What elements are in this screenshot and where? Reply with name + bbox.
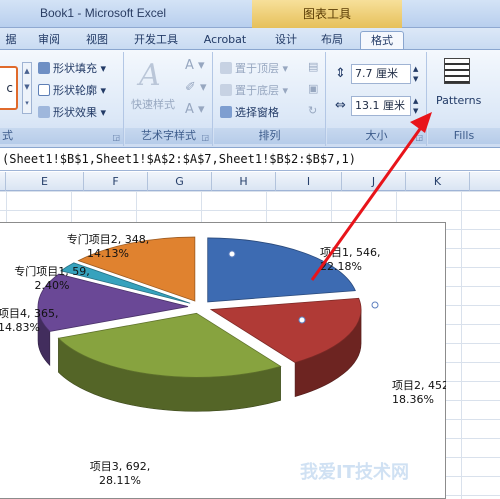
- pie-data-label-2[interactable]: 项目2, 452,18.36%: [392, 379, 452, 406]
- wordart-a-icon: A: [139, 58, 161, 93]
- send-back-label: 置于底层: [235, 84, 279, 97]
- group-fills: Patterns Fills: [428, 52, 500, 146]
- pen-icon: [38, 84, 50, 96]
- bring-to-front-button[interactable]: 置于顶层 ▾: [220, 60, 288, 76]
- group-wordart-styles: A 快速样式 A ▾ ✐ ▾ A ▾ 艺术字样式 ◲: [125, 52, 213, 146]
- window-title: Book1 - Microsoft Excel: [40, 6, 167, 20]
- dialog-launcher-icon[interactable]: ◲: [415, 133, 423, 142]
- tab-developer[interactable]: 开发工具: [127, 31, 185, 49]
- text-outline-icon[interactable]: ✐ ▾: [185, 80, 207, 95]
- tab-layout[interactable]: 布局: [314, 31, 350, 49]
- formula-bar[interactable]: (Sheet1!$B$1,Sheet1!$A$2:$A$7,Sheet1!$B$…: [0, 149, 500, 171]
- effects-icon: [38, 106, 50, 118]
- group-label-size: 大小: [327, 128, 426, 144]
- dialog-launcher-icon[interactable]: ◲: [112, 133, 120, 142]
- context-tab-group-chart-tools: 图表工具: [252, 0, 402, 28]
- column-header-k[interactable]: K: [406, 172, 470, 191]
- shape-effects-label: 形状效果: [53, 106, 97, 119]
- group-shape-styles: c ▲ ▼ ▾ 形状填充 ▾ 形状轮廓 ▾ 形状效果 ▾ 式 ◲: [0, 52, 124, 146]
- ribbon-tabs: 据 审阅 视图 开发工具 Acrobat 设计 布局 格式: [0, 28, 500, 50]
- pie-data-label-3[interactable]: 项目3, 692, 28.11%: [90, 460, 150, 487]
- column-header-f[interactable]: F: [84, 172, 148, 191]
- group-arrange: 置于顶层 ▾ 置于底层 ▾ 选择窗格 ▤ ▣ ↻ 排列: [214, 52, 326, 146]
- quick-styles-button[interactable]: 快速样式: [131, 96, 175, 112]
- bring-front-icon: [220, 62, 232, 74]
- tab-format[interactable]: 格式: [360, 31, 404, 49]
- shape-style-gallery-scroll[interactable]: ▲ ▼ ▾: [22, 62, 32, 114]
- width-icon: ⇔: [335, 98, 346, 113]
- height-spinner[interactable]: ▲ ▼: [413, 64, 418, 84]
- selection-pane-icon: [220, 106, 232, 118]
- title-bar: Book1 - Microsoft Excel 图表工具: [0, 0, 500, 28]
- tab-review[interactable]: 审阅: [32, 31, 66, 49]
- slice-selection-handle[interactable]: [228, 250, 236, 258]
- chart-resize-handle-top[interactable]: ····: [200, 215, 211, 225]
- patterns-button[interactable]: Patterns: [436, 94, 481, 107]
- text-fill-icon[interactable]: A ▾: [185, 58, 205, 73]
- column-header-e[interactable]: E: [6, 172, 84, 191]
- selection-pane-button[interactable]: 选择窗格: [220, 104, 279, 120]
- formula-text: (Sheet1!$B$1,Sheet1!$A$2:$A$7,Sheet1!$B$…: [2, 152, 357, 166]
- shape-outline-button[interactable]: 形状轮廓 ▾: [38, 82, 106, 98]
- tab-view[interactable]: 视图: [80, 31, 114, 49]
- send-back-icon: [220, 84, 232, 96]
- group-size: ⇕ 7.7 厘米 ▲ ▼ ⇔ 13.1 厘米 ▲ ▼ 大小 ◲: [327, 52, 427, 146]
- width-spinner[interactable]: ▲ ▼: [413, 96, 418, 116]
- height-icon: ⇕: [335, 66, 346, 81]
- tab-acrobat[interactable]: Acrobat: [196, 31, 254, 49]
- dialog-launcher-icon[interactable]: ◲: [201, 133, 209, 142]
- slice-selection-handle[interactable]: [371, 301, 379, 309]
- column-header-j[interactable]: J: [342, 172, 406, 191]
- column-header-i[interactable]: I: [276, 172, 342, 191]
- rotate-icon[interactable]: ↻: [308, 104, 317, 117]
- shape-fill-button[interactable]: 形状填充 ▾: [38, 60, 106, 76]
- shape-outline-label: 形状轮廓: [53, 84, 97, 97]
- group-icon[interactable]: ▣: [308, 82, 318, 95]
- slice-selection-handle[interactable]: [298, 316, 306, 324]
- send-to-back-button[interactable]: 置于底层 ▾: [220, 82, 288, 98]
- group-label-wordart: 艺术字样式: [125, 128, 212, 144]
- shape-width-input[interactable]: 13.1 厘米: [351, 96, 411, 116]
- shape-style-preview[interactable]: c: [0, 66, 18, 110]
- column-headers: E F G H I J K: [0, 172, 500, 191]
- text-effects-icon[interactable]: A ▾: [185, 102, 205, 117]
- column-header-h[interactable]: H: [212, 172, 276, 191]
- shape-fill-label: 形状填充: [53, 62, 97, 75]
- selection-pane-label: 选择窗格: [235, 106, 279, 119]
- patterns-icon: [444, 58, 470, 84]
- align-icon[interactable]: ▤: [308, 60, 318, 73]
- column-header-g[interactable]: G: [148, 172, 212, 191]
- bring-front-label: 置于顶层: [235, 62, 279, 75]
- watermark: 我爱IT技术网: [300, 462, 409, 483]
- paint-bucket-icon: [38, 62, 50, 74]
- group-label-fills: Fills: [428, 128, 500, 144]
- shape-effects-button[interactable]: 形状效果 ▾: [38, 104, 106, 120]
- ribbon: c ▲ ▼ ▾ 形状填充 ▾ 形状轮廓 ▾ 形状效果 ▾ 式 ◲ A 快速样式 A …: [0, 50, 500, 148]
- group-label-arrange: 排列: [214, 128, 325, 144]
- tab-design[interactable]: 设计: [268, 31, 304, 49]
- shape-height-input[interactable]: 7.7 厘米: [351, 64, 411, 84]
- group-label-shape-styles: 式: [0, 128, 123, 144]
- pie-data-label-1[interactable]: 项目1, 546, 22.18%: [320, 246, 380, 273]
- tab-data[interactable]: 据: [0, 31, 22, 49]
